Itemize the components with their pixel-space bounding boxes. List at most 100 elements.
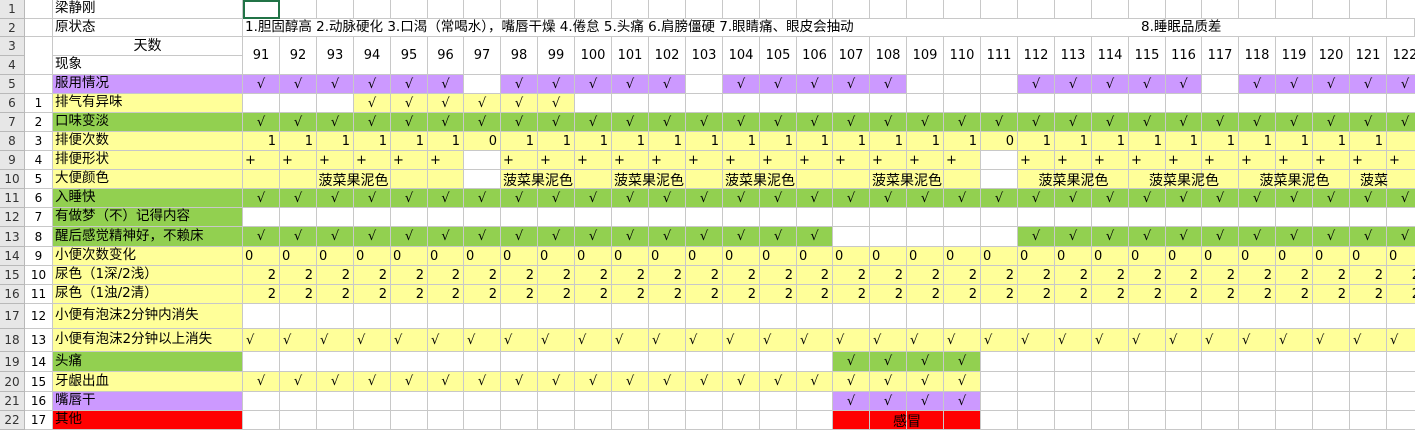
data-cell[interactable] [1387, 372, 1415, 392]
data-cell[interactable] [797, 411, 833, 430]
data-cell[interactable]: 1 [1276, 132, 1313, 151]
data-cell[interactable]: √ [686, 113, 723, 132]
data-cell[interactable]: √ [1018, 227, 1055, 247]
data-cell[interactable]: √ [1387, 329, 1415, 352]
data-cell[interactable] [1276, 170, 1313, 189]
day-header[interactable]: 95 [391, 37, 428, 75]
data-cell[interactable]: 2 [501, 266, 538, 285]
day-header[interactable]: 104 [723, 37, 760, 75]
data-cell[interactable] [1018, 94, 1055, 113]
data-cell[interactable] [1166, 352, 1202, 372]
row-number[interactable]: 21 [0, 392, 25, 411]
data-cell[interactable] [797, 208, 833, 227]
data-cell[interactable]: + [1129, 151, 1166, 170]
data-cell[interactable]: √ [243, 227, 280, 247]
data-cell[interactable] [649, 94, 686, 113]
data-cell[interactable] [1350, 372, 1387, 392]
row-number[interactable]: 18 [0, 329, 25, 352]
symptom-label[interactable]: 入睡快 [53, 189, 243, 208]
data-cell[interactable]: + [391, 151, 428, 170]
data-cell[interactable]: 1 [428, 132, 464, 151]
data-cell[interactable] [760, 411, 797, 430]
data-cell[interactable]: √ [1202, 227, 1239, 247]
data-cell[interactable]: √ [280, 329, 317, 352]
data-cell[interactable]: √ [354, 227, 391, 247]
data-cell[interactable]: √ [1239, 75, 1276, 94]
data-cell[interactable] [612, 208, 649, 227]
day-header[interactable]: 118 [1239, 37, 1276, 75]
data-cell[interactable] [981, 94, 1018, 113]
data-cell[interactable] [280, 304, 317, 329]
data-cell[interactable] [944, 227, 981, 247]
data-cell[interactable]: √ [1129, 329, 1166, 352]
data-cell[interactable]: 2 [428, 266, 464, 285]
data-cell[interactable]: 1 [649, 132, 686, 151]
data-cell[interactable]: 2 [723, 285, 760, 304]
cell[interactable] [1239, 0, 1276, 19]
data-cell[interactable] [280, 411, 317, 430]
data-cell[interactable] [981, 75, 1018, 94]
data-cell[interactable]: √ [723, 329, 760, 352]
cell[interactable] [428, 0, 464, 19]
data-cell[interactable]: √ [686, 329, 723, 352]
cell[interactable] [907, 0, 944, 19]
data-cell[interactable] [907, 411, 944, 430]
cell[interactable] [501, 0, 538, 19]
day-header[interactable]: 111 [981, 37, 1018, 75]
data-cell[interactable]: 2 [317, 266, 354, 285]
data-cell[interactable]: √ [797, 329, 833, 352]
data-cell[interactable]: √ [833, 392, 870, 411]
data-cell[interactable] [1092, 170, 1129, 189]
data-cell[interactable]: √ [1387, 75, 1415, 94]
data-cell[interactable]: + [1350, 151, 1387, 170]
data-cell[interactable] [981, 208, 1018, 227]
data-cell[interactable]: √ [1202, 329, 1239, 352]
data-cell[interactable]: √ [907, 352, 944, 372]
data-cell[interactable] [981, 352, 1018, 372]
data-cell[interactable] [944, 411, 981, 430]
data-cell[interactable] [391, 392, 428, 411]
data-cell[interactable]: 0 [1276, 247, 1313, 266]
data-cell[interactable] [243, 208, 280, 227]
data-cell[interactable]: √ [944, 113, 981, 132]
data-cell[interactable] [907, 170, 944, 189]
day-header[interactable]: 121 [1350, 37, 1387, 75]
data-cell[interactable] [870, 170, 907, 189]
data-cell[interactable]: + [575, 151, 612, 170]
data-cell[interactable] [243, 304, 280, 329]
data-cell[interactable] [428, 304, 464, 329]
cell[interactable] [538, 0, 575, 19]
data-cell[interactable]: √ [501, 75, 538, 94]
data-cell[interactable] [575, 392, 612, 411]
data-cell[interactable] [428, 352, 464, 372]
data-cell[interactable]: 1 [760, 132, 797, 151]
data-cell[interactable]: 2 [981, 266, 1018, 285]
sequence-number[interactable]: 3 [25, 132, 53, 151]
spreadsheet-grid[interactable]: 1 2 3 4 5 6 7 8 9 10 11 12 13 14 15 16 17 18 19 20 21 22 梁静刚 原状… [0, 0, 1415, 430]
symptom-label[interactable]: 排气有异味 [53, 94, 243, 113]
data-cell[interactable]: √ [907, 329, 944, 352]
cell[interactable] [944, 0, 981, 19]
data-cell[interactable] [723, 208, 760, 227]
data-cell[interactable] [981, 151, 1018, 170]
data-cell[interactable] [907, 94, 944, 113]
data-cell[interactable]: 2 [833, 285, 870, 304]
data-cell[interactable]: 2 [797, 285, 833, 304]
cell[interactable] [1018, 0, 1055, 19]
data-cell[interactable]: 2 [944, 285, 981, 304]
row-number[interactable]: 7 [0, 113, 25, 132]
data-cell[interactable] [1092, 411, 1129, 430]
cell[interactable] [354, 0, 391, 19]
day-header[interactable]: 122 [1387, 37, 1415, 75]
data-cell[interactable] [280, 208, 317, 227]
data-cell[interactable] [501, 392, 538, 411]
data-cell[interactable]: √ [944, 189, 981, 208]
data-cell[interactable]: √ [1350, 227, 1387, 247]
data-cell[interactable]: √ [870, 372, 907, 392]
data-cell[interactable]: √ [1350, 189, 1387, 208]
data-cell[interactable] [1202, 411, 1239, 430]
data-cell[interactable] [907, 304, 944, 329]
sequence-number[interactable]: 9 [25, 247, 53, 266]
data-cell[interactable]: 1 [907, 132, 944, 151]
data-cell[interactable]: + [649, 151, 686, 170]
